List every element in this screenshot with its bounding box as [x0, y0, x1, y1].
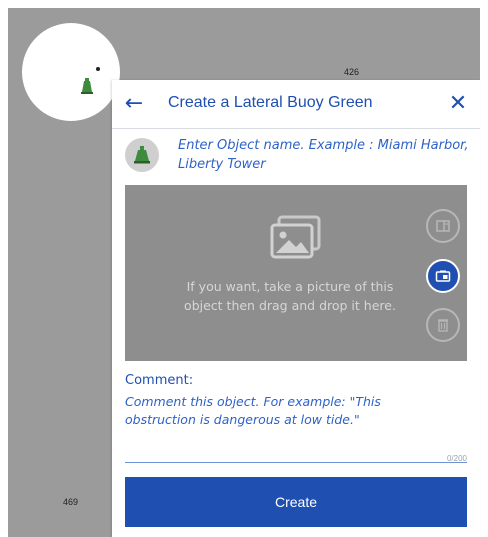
close-icon: ✕ [448, 91, 468, 116]
delete-photo-button[interactable] [426, 308, 460, 342]
dropzone-instructions: If you want, take a picture of this obje… [184, 279, 396, 313]
object-name-input[interactable]: Enter Object name. Example : Miami Harbo… [178, 136, 472, 180]
comment-label: Comment: [125, 373, 194, 388]
page-title: Create a Lateral Buoy Green [168, 94, 373, 111]
close-button[interactable]: ✕ [446, 92, 470, 116]
buoy-green-icon [134, 146, 150, 164]
trash-icon [438, 319, 448, 332]
photo-dropzone[interactable]: If you want, take a picture of this obje… [125, 185, 467, 361]
image-icon [270, 215, 321, 259]
position-dot [96, 67, 100, 71]
gallery-icon [436, 220, 450, 232]
back-button[interactable]: ← [122, 92, 146, 116]
depth-sounding: 469 [63, 497, 79, 507]
object-avatar [125, 138, 159, 172]
create-object-panel: ← Create a Lateral Buoy Green ✕ Enter Ob… [112, 80, 480, 537]
selection-highlight [22, 23, 120, 121]
character-counter: 0/200 [446, 454, 467, 463]
camera-button[interactable] [426, 259, 460, 293]
camera-icon [435, 270, 451, 282]
comment-textarea[interactable]: Comment this object. For example: "This … [125, 393, 455, 455]
panel-header: ← Create a Lateral Buoy Green ✕ [112, 80, 480, 129]
depth-sounding: 426 [344, 67, 360, 77]
comment-underline [125, 462, 467, 463]
buoy-green-icon[interactable] [80, 76, 94, 100]
create-button[interactable]: Create [125, 477, 467, 527]
arrow-left-icon: ← [124, 91, 144, 116]
gallery-button[interactable] [426, 209, 460, 243]
